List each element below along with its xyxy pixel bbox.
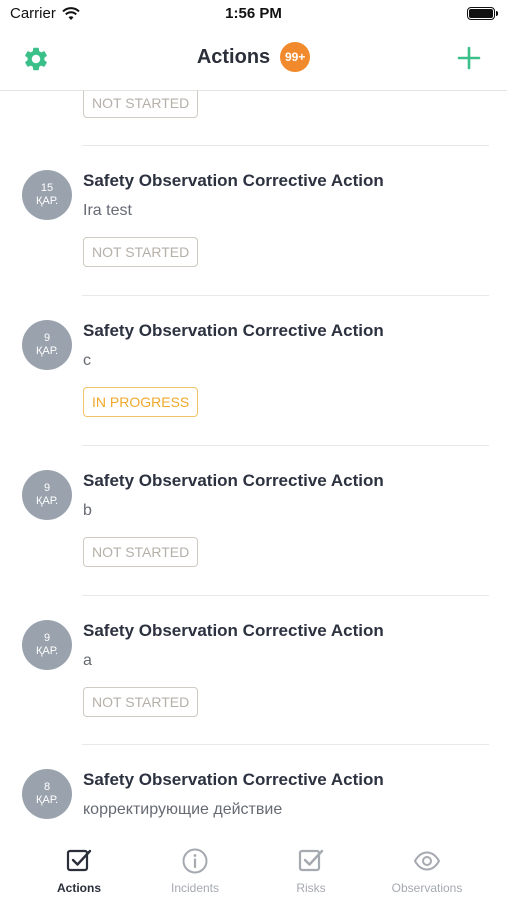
tab-observations[interactable]: Observations: [372, 847, 482, 895]
status-badge: NOT STARTED: [83, 91, 199, 118]
date-day: 9: [43, 632, 51, 644]
item-subtitle: b: [83, 502, 92, 519]
date-avatar: 9 ҚАР.: [22, 320, 72, 370]
tab-label: Actions: [56, 881, 101, 895]
status-badge: NOT STARTED: [83, 687, 199, 717]
add-icon[interactable]: [457, 46, 481, 70]
tab-incidents[interactable]: Incidents: [140, 847, 250, 895]
info-icon: [182, 848, 208, 874]
list-item[interactable]: 15 ҚАР. Safety Observation Corrective Ac…: [0, 146, 507, 295]
count-badge: 99+: [280, 42, 311, 72]
tab-label: Risks: [296, 881, 326, 895]
nav-title-group: Actions 99+: [0, 42, 507, 72]
tab-label: Observations: [391, 881, 463, 895]
tab-bar: Actions Incidents Risks Observations: [0, 829, 507, 900]
date-avatar: 15 ҚАР.: [22, 170, 72, 220]
tab-risks[interactable]: Risks: [256, 847, 366, 895]
item-title: Safety Observation Corrective Action: [83, 770, 384, 789]
date-avatar: 9 ҚАР.: [22, 470, 72, 520]
list-item[interactable]: 8 ҚАР. Safety Observation Corrective Act…: [0, 745, 507, 829]
item-title: Safety Observation Corrective Action: [83, 471, 384, 490]
tab-label: Incidents: [170, 881, 220, 895]
date-month: ҚАР.: [35, 495, 59, 507]
status-bar: Carrier 1:56 PM: [0, 0, 507, 28]
page-title: Actions: [196, 45, 271, 68]
tab-actions[interactable]: Actions: [24, 847, 134, 895]
item-title: Safety Observation Corrective Action: [83, 621, 384, 640]
item-subtitle: c: [83, 352, 91, 369]
clock: 1:56 PM: [225, 5, 282, 22]
date-day: 9: [43, 332, 51, 344]
item-title: Safety Observation Corrective Action: [83, 171, 384, 190]
status-badge: NOT STARTED: [83, 537, 199, 567]
nav-bar: Actions 99+: [0, 28, 507, 91]
date-avatar: 8 ҚАР.: [22, 769, 72, 819]
item-subtitle: Ira test: [83, 202, 132, 219]
item-title: Safety Observation Corrective Action: [83, 321, 384, 340]
list-item[interactable]: 9 ҚАР. Safety Observation Corrective Act…: [0, 446, 507, 595]
list-item[interactable]: 9 ҚАР. Safety Observation Corrective Act…: [0, 596, 507, 745]
item-subtitle: корректирующие действие: [83, 801, 283, 818]
status-badge: NOT STARTED: [83, 237, 199, 267]
actions-list: NOT STARTED 15 ҚАР. Safety Observation C…: [0, 91, 507, 829]
date-day: 15: [40, 182, 54, 194]
date-month: ҚАР.: [35, 345, 59, 357]
checkbox-icon: [66, 849, 92, 872]
checkbox-icon: [298, 849, 324, 872]
date-month: ҚАР.: [35, 645, 59, 657]
date-avatar: 9 ҚАР.: [22, 620, 72, 670]
list-item[interactable]: 9 ҚАР. Safety Observation Corrective Act…: [0, 296, 507, 445]
date-day: 9: [43, 482, 51, 494]
battery-icon: [467, 7, 498, 20]
date-month: ҚАР.: [35, 195, 59, 207]
item-subtitle: a: [83, 652, 92, 669]
list-item[interactable]: NOT STARTED: [0, 91, 507, 145]
status-badge: IN PROGRESS: [83, 387, 199, 417]
date-day: 8: [43, 781, 51, 793]
date-month: ҚАР.: [35, 794, 59, 806]
eye-icon: [413, 851, 441, 871]
